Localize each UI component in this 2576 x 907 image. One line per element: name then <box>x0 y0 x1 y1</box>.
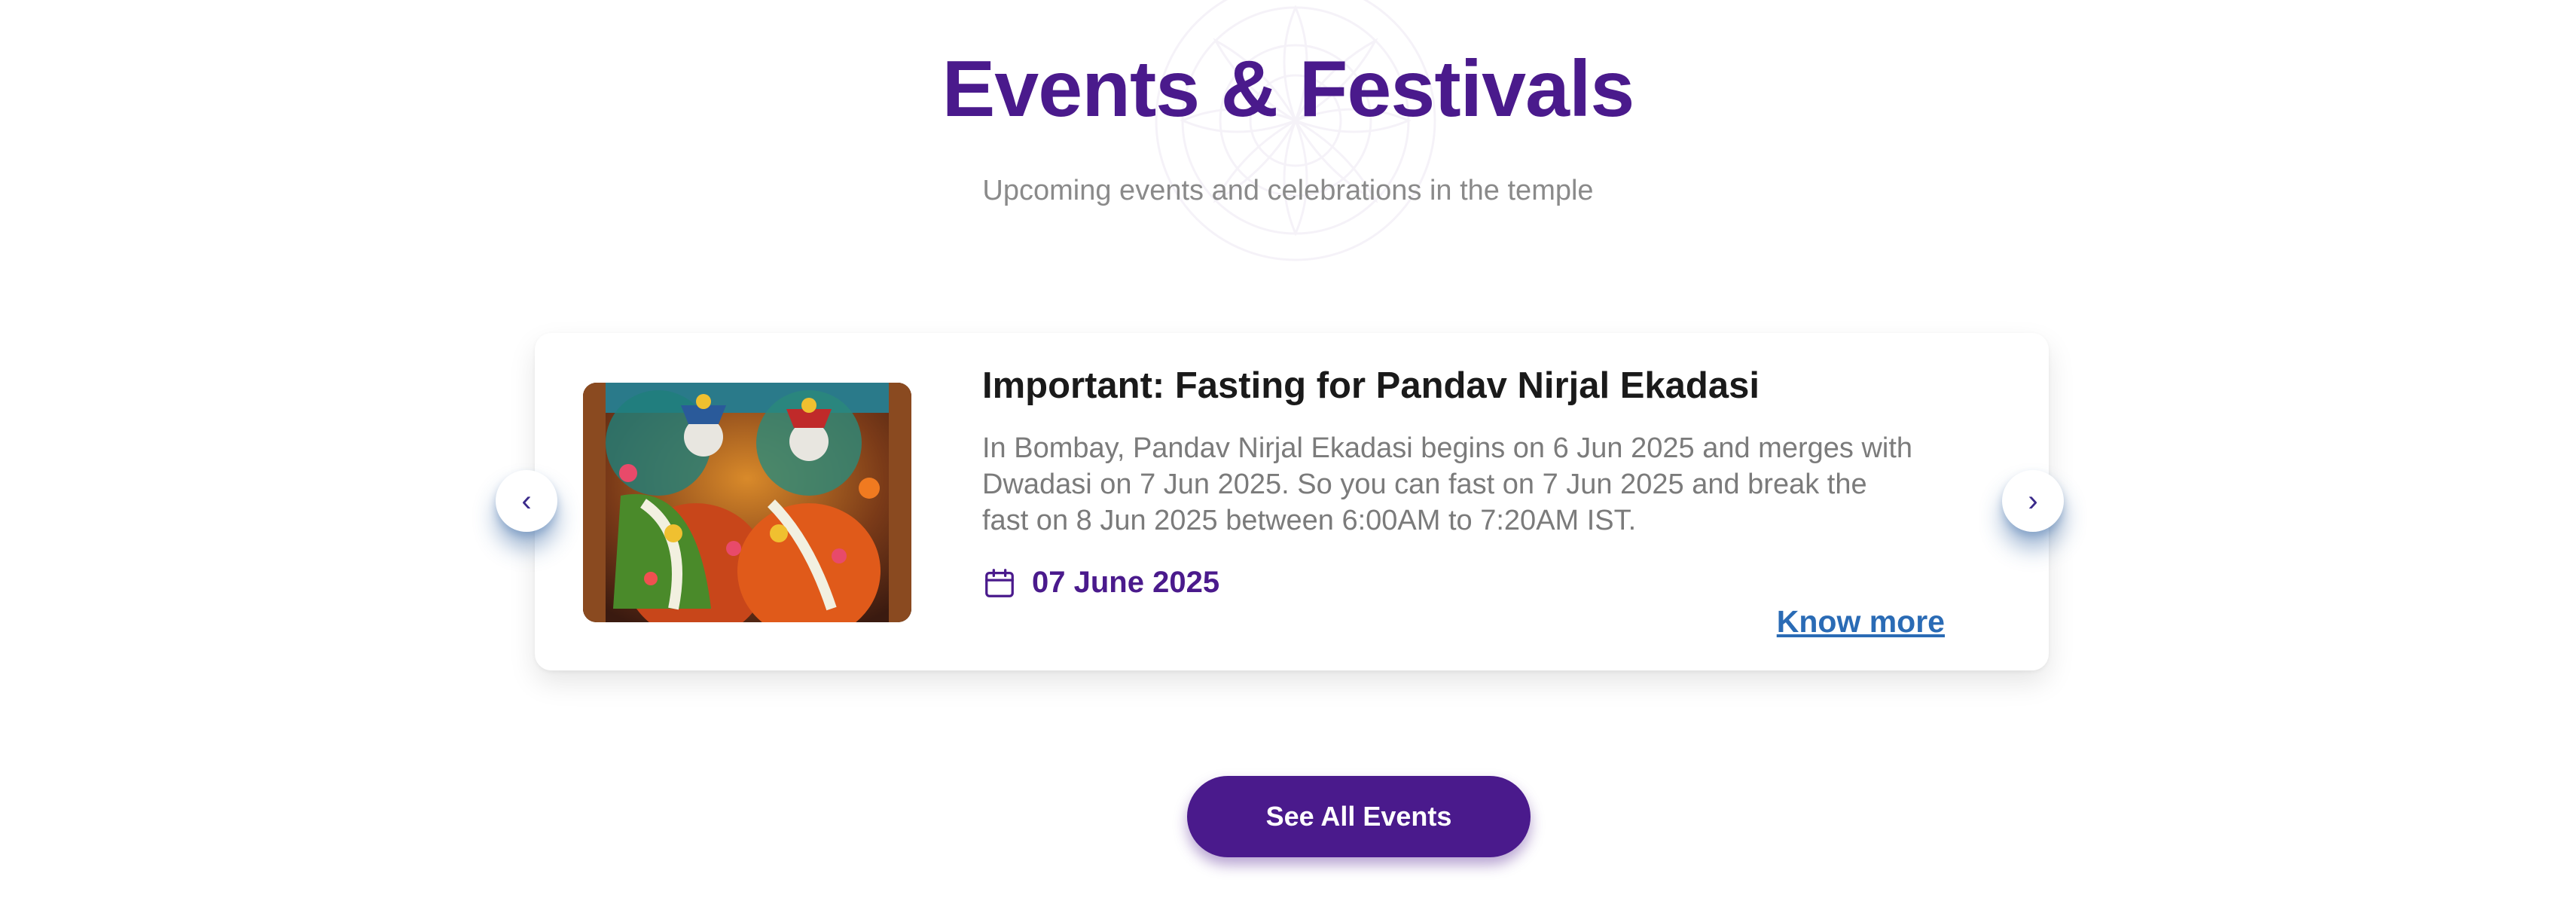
event-card: Important: Fasting for Pandav Nirjal Eka… <box>535 333 2049 670</box>
chevron-right-icon: › <box>2028 484 2038 518</box>
calendar-icon <box>985 568 1014 597</box>
event-date-text: 07 June 2025 <box>1032 566 1220 600</box>
event-description: In Bombay, Pandav Nirjal Ekadasi begins … <box>982 432 1913 536</box>
carousel-prev-button[interactable]: ‹ <box>496 470 557 532</box>
section-subtitle: Upcoming events and celebrations in the … <box>982 175 1594 206</box>
see-all-events-button[interactable]: See All Events <box>1187 776 1531 857</box>
know-more-link[interactable]: Know more <box>1777 604 1945 640</box>
carousel-next-button[interactable]: › <box>2002 470 2064 532</box>
event-content: Important: Fasting for Pandav Nirjal Eka… <box>982 360 1931 600</box>
event-image <box>583 383 911 622</box>
event-title: Important: Fasting for Pandav Nirjal Eka… <box>982 365 1760 406</box>
deity-image <box>583 383 911 622</box>
event-date: 07 June 2025 <box>982 566 1931 600</box>
events-section: Events & Festivals Upcoming events and c… <box>0 0 2576 907</box>
chevron-left-icon: ‹ <box>521 484 532 518</box>
section-title: Events & Festivals <box>942 44 1635 133</box>
